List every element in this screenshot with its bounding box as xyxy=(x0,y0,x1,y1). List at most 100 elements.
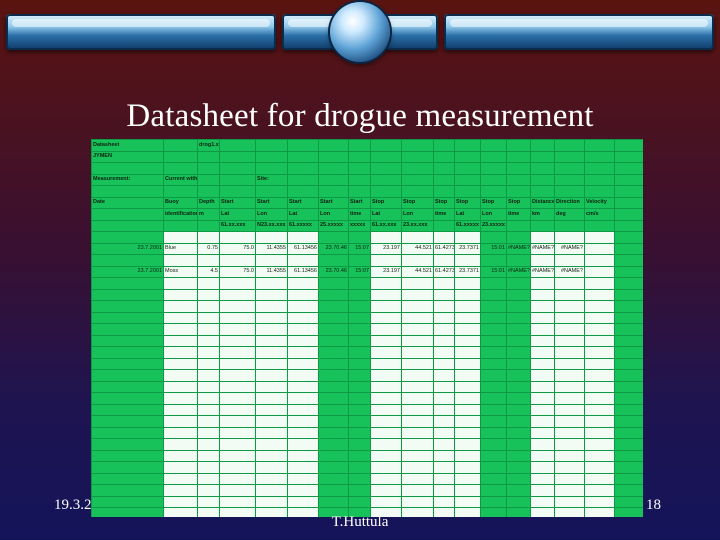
sheet-cell xyxy=(197,369,220,382)
sheet-cell xyxy=(163,438,198,451)
sheet-cell: 11.4355 xyxy=(255,242,288,255)
sheet-cell xyxy=(584,254,615,267)
sheet-cell xyxy=(506,219,531,232)
sheet-cell xyxy=(197,185,220,198)
sheet-cell xyxy=(197,461,220,474)
sheet-cell xyxy=(584,380,615,393)
sheet-cell xyxy=(163,150,198,163)
sheet-cell xyxy=(480,403,507,416)
sheet-cell xyxy=(370,311,402,324)
sheet-cell xyxy=(454,495,481,508)
sheet-cell xyxy=(219,231,256,244)
sheet-cell xyxy=(614,219,643,232)
sheet-cell xyxy=(318,300,349,313)
sheet-cell xyxy=(614,277,643,290)
sheet-cell xyxy=(255,484,288,497)
sheet-cell xyxy=(584,242,615,255)
sheet-cell xyxy=(370,254,402,267)
sheet-row: Measurement:Current with drogues Site: xyxy=(91,173,643,186)
sheet-cell xyxy=(554,449,585,462)
sheet-cell xyxy=(255,300,288,313)
sheet-cell xyxy=(614,415,643,428)
sheet-cell xyxy=(91,415,164,428)
sheet-cell xyxy=(255,334,288,347)
sheet-cell xyxy=(348,495,371,508)
sheet-cell xyxy=(506,254,531,267)
sheet-cell xyxy=(506,357,531,370)
sheet-cell xyxy=(530,438,555,451)
sheet-cell xyxy=(287,254,319,267)
sheet-cell xyxy=(163,461,198,474)
sheet-cell xyxy=(506,403,531,416)
sheet-cell xyxy=(91,392,164,405)
sheet-cell xyxy=(348,288,371,301)
sheet-cell xyxy=(287,334,319,347)
sheet-cell xyxy=(255,254,288,267)
sheet-cell xyxy=(454,392,481,405)
sheet-cell xyxy=(163,185,198,198)
sheet-cell xyxy=(91,208,164,221)
sheet-cell xyxy=(370,185,402,198)
sheet-cell xyxy=(163,139,198,152)
sheet-cell: 23.70.46 xyxy=(318,242,349,255)
sheet-cell xyxy=(287,461,319,474)
sheet-cell xyxy=(433,150,455,163)
sheet-cell xyxy=(197,254,220,267)
sheet-cell xyxy=(287,277,319,290)
sheet-cell xyxy=(614,265,643,278)
sheet-cell: Stop xyxy=(401,196,434,209)
sheet-cell xyxy=(584,173,615,186)
sheet-cell: Blue xyxy=(163,242,198,255)
sheet-cell xyxy=(530,173,555,186)
sheet-cell xyxy=(348,472,371,485)
sheet-cell xyxy=(614,426,643,439)
sheet-cell xyxy=(219,346,256,359)
sheet-cell xyxy=(584,346,615,359)
sheet-cell xyxy=(255,449,288,462)
sheet-cell xyxy=(433,380,455,393)
sheet-cell xyxy=(584,403,615,416)
sheet-cell xyxy=(506,426,531,439)
decorative-banner-left xyxy=(6,14,276,50)
sheet-cell xyxy=(506,323,531,336)
sheet-cell xyxy=(614,139,643,152)
sheet-cell xyxy=(433,461,455,474)
sheet-cell: 23.70.46 xyxy=(318,265,349,278)
sheet-cell xyxy=(287,484,319,497)
sheet-cell xyxy=(530,380,555,393)
sheet-cell xyxy=(454,277,481,290)
sheet-cell xyxy=(530,219,555,232)
sheet-row xyxy=(91,484,643,497)
sheet-cell xyxy=(554,311,585,324)
sheet-cell xyxy=(197,392,220,405)
sheet-cell xyxy=(255,380,288,393)
sheet-cell xyxy=(370,346,402,359)
sheet-cell xyxy=(348,484,371,497)
sheet-cell xyxy=(255,150,288,163)
sheet-cell xyxy=(370,162,402,175)
sheet-cell xyxy=(584,334,615,347)
sheet-cell xyxy=(163,415,198,428)
sheet-cell xyxy=(433,369,455,382)
sheet-cell: Lat xyxy=(219,208,256,221)
sheet-cell xyxy=(348,357,371,370)
sheet-row: 61.xx.xxx N23.xx.xxx 61.xxxxx 25.xxxxx xxxxx… xyxy=(91,219,643,232)
sheet-cell xyxy=(255,495,288,508)
sheet-cell xyxy=(401,438,434,451)
sheet-cell xyxy=(530,426,555,439)
sheet-cell xyxy=(554,495,585,508)
sheet-row xyxy=(91,311,643,324)
sheet-cell: #NAME? xyxy=(506,265,531,278)
sheet-cell: #NAME? xyxy=(530,242,555,255)
sheet-cell xyxy=(614,288,643,301)
sheet-cell xyxy=(348,231,371,244)
sheet-cell xyxy=(506,346,531,359)
sheet-cell xyxy=(91,277,164,290)
sheet-cell xyxy=(401,185,434,198)
sheet-cell xyxy=(433,173,455,186)
sheet-cell xyxy=(255,277,288,290)
sheet-cell xyxy=(554,346,585,359)
sheet-cell xyxy=(219,277,256,290)
sheet-cell xyxy=(506,185,531,198)
sheet-cell xyxy=(584,150,615,163)
